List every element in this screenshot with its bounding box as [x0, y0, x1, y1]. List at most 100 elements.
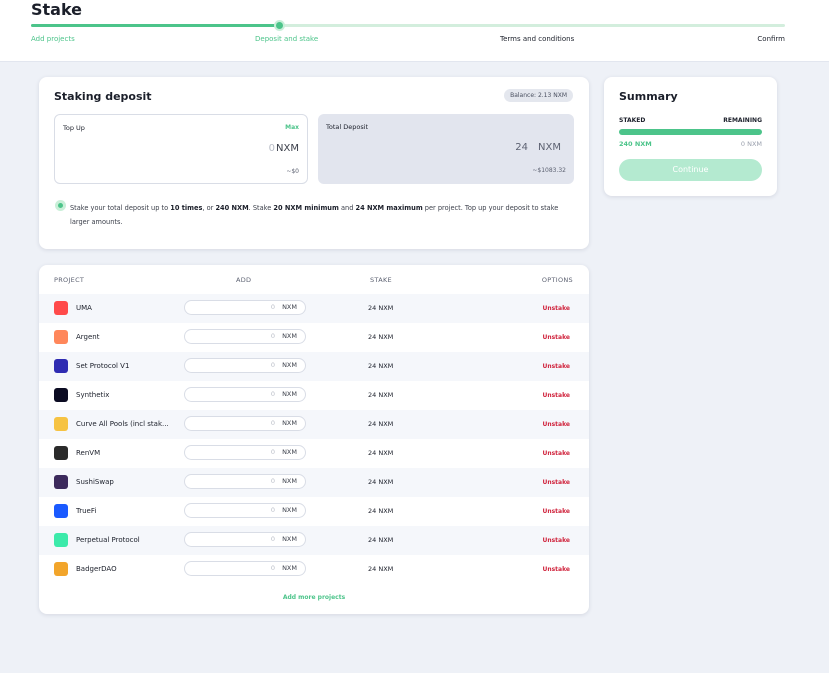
add-amount-input[interactable]: 0 NXM — [184, 532, 306, 547]
add-amount-input[interactable]: 0 NXM — [184, 503, 306, 518]
top-up-usd-value: ~$0 — [286, 168, 299, 175]
column-header-options: OPTIONS — [541, 276, 573, 284]
project-name: Synthetix — [76, 391, 110, 399]
max-button[interactable]: Max — [285, 124, 299, 131]
synthetix-logo — [54, 388, 68, 402]
add-amount-value[interactable]: 0 — [271, 448, 275, 457]
unstake-button[interactable]: Unstake — [542, 449, 570, 458]
add-amount-value[interactable]: 0 — [271, 390, 275, 399]
add-amount-value[interactable]: 0 — [271, 303, 275, 312]
unstake-button[interactable]: Unstake — [542, 362, 570, 371]
unstake-button[interactable]: Unstake — [542, 333, 570, 342]
add-amount-input[interactable]: 0 NXM — [184, 329, 306, 344]
unstake-button[interactable]: Unstake — [542, 304, 570, 313]
projects-table-card: PROJECT ADD STAKE OPTIONS UMA 0 NXM 24 NXM U… — [39, 265, 589, 614]
curve-logo — [54, 417, 68, 431]
stake-amount: 24 NXM — [368, 362, 394, 370]
renvm-logo — [54, 446, 68, 460]
set-protocol-logo — [54, 359, 68, 373]
info-indicator-icon — [55, 200, 66, 211]
project-name: BadgerDAO — [76, 565, 117, 573]
table-row: Synthetix 0 NXM 24 NXM Unstake — [39, 381, 589, 410]
column-header-project: PROJECT — [54, 276, 85, 284]
add-amount-value[interactable]: 0 — [271, 535, 275, 544]
add-amount-input[interactable]: 0 NXM — [184, 416, 306, 431]
argent-logo — [54, 330, 68, 344]
top-up-amount-input[interactable]: 0 — [269, 143, 275, 155]
project-name: TrueFi — [76, 507, 97, 515]
add-amount-unit: NXM — [282, 448, 297, 456]
staked-value: 240 NXM — [619, 140, 652, 148]
project-name: Set Protocol V1 — [76, 362, 130, 370]
add-amount-value[interactable]: 0 — [271, 419, 275, 428]
add-amount-input[interactable]: 0 NXM — [184, 387, 306, 402]
project-name: SushiSwap — [76, 478, 114, 486]
remaining-label: REMAINING — [723, 117, 762, 124]
add-amount-unit: NXM — [282, 361, 297, 369]
project-name: Curve All Pools (incl stak... — [76, 420, 169, 428]
unstake-button[interactable]: Unstake — [542, 565, 570, 574]
stake-amount: 24 NXM — [368, 507, 394, 515]
project-name: UMA — [76, 304, 92, 312]
badger-logo — [54, 562, 68, 576]
step-terms-and-conditions: Terms and conditions — [500, 35, 575, 43]
unstake-button[interactable]: Unstake — [542, 420, 570, 429]
add-amount-unit: NXM — [282, 303, 297, 311]
add-amount-unit: NXM — [282, 564, 297, 572]
table-row: Set Protocol V1 0 NXM 24 NXM Unstake — [39, 352, 589, 381]
top-up-label: Top Up — [63, 124, 85, 132]
table-row: Argent 0 NXM 24 NXM Unstake — [39, 323, 589, 352]
stake-amount: 24 NXM — [368, 449, 394, 457]
total-deposit-box: Total Deposit 24 NXM ~$1083.32 — [318, 114, 574, 184]
add-amount-input[interactable]: 0 NXM — [184, 300, 306, 315]
add-amount-value[interactable]: 0 — [271, 361, 275, 370]
add-amount-unit: NXM — [282, 535, 297, 543]
add-amount-input[interactable]: 0 NXM — [184, 445, 306, 460]
table-row: TrueFi 0 NXM 24 NXM Unstake — [39, 497, 589, 526]
add-amount-value[interactable]: 0 — [271, 506, 275, 515]
add-amount-value[interactable]: 0 — [271, 477, 275, 486]
perpetual-logo — [54, 533, 68, 547]
step-add-projects[interactable]: Add projects — [31, 35, 75, 44]
step-confirm: Confirm — [757, 35, 785, 43]
page-title: Stake — [31, 0, 83, 19]
add-more-projects-link[interactable]: Add more projects — [39, 594, 589, 602]
total-deposit-usd-value: ~$1083.32 — [532, 167, 566, 174]
staking-deposit-title: Staking deposit — [54, 90, 152, 103]
page-header: Stake Add projects Deposit and stake Ter… — [0, 0, 829, 62]
staked-label: STAKED — [619, 117, 646, 124]
stake-amount: 24 NXM — [368, 391, 394, 399]
unstake-button[interactable]: Unstake — [542, 478, 570, 487]
continue-button[interactable]: Continue — [619, 159, 762, 181]
top-up-input-box[interactable]: Top Up Max 0 NXM ~$0 — [54, 114, 308, 184]
add-amount-unit: NXM — [282, 506, 297, 514]
column-header-stake: STAKE — [370, 276, 392, 284]
add-amount-value[interactable]: 0 — [271, 332, 275, 341]
table-row: Curve All Pools (incl stak... 0 NXM 24 NXM U… — [39, 410, 589, 439]
add-amount-unit: NXM — [282, 419, 297, 427]
project-name: RenVM — [76, 449, 101, 457]
staking-deposit-card: Staking deposit Balance: 2.13 NXM Top Up… — [39, 77, 589, 249]
balance-badge: Balance: 2.13 NXM — [504, 89, 573, 102]
uma-logo — [54, 301, 68, 315]
stake-amount: 24 NXM — [368, 536, 394, 544]
add-amount-input[interactable]: 0 NXM — [184, 358, 306, 373]
remaining-value: 0 NXM — [740, 140, 762, 148]
stepper-progress — [31, 24, 280, 27]
step-deposit-and-stake[interactable]: Deposit and stake — [255, 35, 318, 44]
add-amount-input[interactable]: 0 NXM — [184, 474, 306, 489]
total-deposit-unit: NXM — [538, 142, 561, 153]
stake-amount: 24 NXM — [368, 333, 394, 341]
stake-amount: 24 NXM — [368, 304, 394, 312]
summary-card: Summary STAKED REMAINING 240 NXM 0 NXM C… — [604, 77, 777, 196]
table-row: UMA 0 NXM 24 NXM Unstake — [39, 294, 589, 323]
add-amount-input[interactable]: 0 NXM — [184, 561, 306, 576]
total-deposit-amount: 24 — [515, 142, 528, 153]
unstake-button[interactable]: Unstake — [542, 507, 570, 516]
top-up-unit: NXM — [276, 143, 299, 154]
staked-progress-bar — [619, 129, 762, 135]
unstake-button[interactable]: Unstake — [542, 536, 570, 545]
table-row: BadgerDAO 0 NXM 24 NXM Unstake — [39, 555, 589, 584]
add-amount-value[interactable]: 0 — [271, 564, 275, 573]
unstake-button[interactable]: Unstake — [542, 391, 570, 400]
